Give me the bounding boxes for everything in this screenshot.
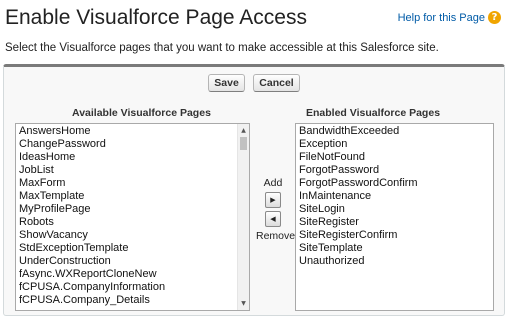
list-item[interactable]: MaxTemplate [19,190,249,203]
list-item[interactable]: StdExceptionTemplate [19,242,249,255]
available-pages-label: Available Visualforce Pages [72,107,211,119]
list-item[interactable]: fCPUSA.CompanyInformation [19,281,249,294]
list-item[interactable]: UnderConstruction [19,255,249,268]
cancel-button[interactable]: Cancel [253,74,300,92]
help-for-this-page-link[interactable]: Help for this Page [398,12,485,24]
list-item[interactable]: Exception [299,138,493,151]
scroll-down-icon[interactable]: ▼ [238,298,249,309]
list-item[interactable]: MyProfilePage [19,203,249,216]
list-item[interactable]: ChangePassword [19,138,249,151]
list-item[interactable]: IdeasHome [19,151,249,164]
list-item[interactable]: Unauthorized [299,255,493,268]
list-item[interactable]: SiteTemplate [299,242,493,255]
add-remove-controls: Add ▶ ◀ Remove [256,177,296,242]
list-item[interactable]: JobList [19,164,249,177]
help-icon[interactable]: ? [488,11,501,24]
enabled-pages-listbox[interactable]: BandwidthExceeded Exception FileNotFound Fo… [295,123,494,311]
list-item[interactable]: SiteRegisterConfirm [299,229,493,242]
page-access-panel: Save Cancel Available Visualforce Pages … [3,64,505,316]
list-item[interactable]: fAsync.WXReportCloneNew [19,268,249,281]
scroll-up-icon[interactable]: ▲ [238,125,249,136]
remove-arrow-button[interactable]: ◀ [265,211,281,227]
list-item[interactable]: BandwidthExceeded [299,125,493,138]
list-item[interactable]: ShowVacancy [19,229,249,242]
list-item[interactable]: ForgotPasswordConfirm [299,177,493,190]
available-pages-listbox[interactable]: AnswersHome ChangePassword IdeasHome JobLis… [15,123,250,311]
button-bar: Save Cancel [4,73,504,92]
add-arrow-button[interactable]: ▶ [265,192,281,208]
enabled-pages-label: Enabled Visualforce Pages [306,107,441,119]
save-button[interactable]: Save [208,74,245,92]
list-item[interactable]: FileNotFound [299,151,493,164]
available-list-scrollbar[interactable]: ▲ ▼ [237,124,249,310]
list-item[interactable]: AnswersHome [19,125,249,138]
list-item[interactable]: SiteRegister [299,216,493,229]
add-label: Add [263,177,283,189]
list-item[interactable]: Robots [19,216,249,229]
list-item[interactable]: ForgotPassword [299,164,493,177]
list-item[interactable]: SiteLogin [299,203,493,216]
list-item[interactable]: fCPUSA.Company_Details [19,294,249,307]
remove-label: Remove [256,230,296,242]
page-description: Select the Visualforce pages that you wa… [5,42,439,54]
page-title: Enable Visualforce Page Access [5,6,307,29]
list-item[interactable]: InMaintenance [299,190,493,203]
scroll-thumb[interactable] [240,137,247,150]
list-item[interactable]: MaxForm [19,177,249,190]
